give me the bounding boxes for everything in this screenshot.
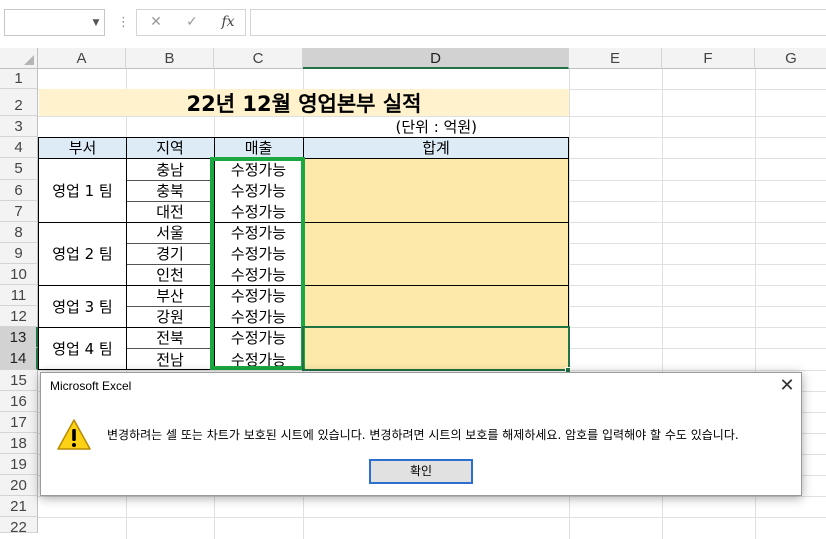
row-header-4[interactable]: 4 — [0, 137, 38, 158]
row-header-17[interactable]: 17 — [0, 412, 38, 433]
row-header-13[interactable]: 13 — [0, 327, 38, 348]
region-cell[interactable]: 인천 — [126, 264, 214, 285]
protected-sheet-dialog: Microsoft Excel ✕ 변경하려는 셀 또는 차트가 보호된 시트에… — [40, 372, 802, 496]
region-cell[interactable]: 전남 — [126, 348, 214, 370]
row-header-19[interactable]: 19 — [0, 454, 38, 475]
row-header-2[interactable]: 2 — [0, 89, 38, 116]
copy-range-border — [210, 366, 305, 370]
select-all-triangle-icon — [24, 55, 34, 65]
team-cell-4[interactable]: 영업 4 팀 — [39, 327, 126, 370]
row-header-15[interactable]: 15 — [0, 370, 38, 391]
table-border — [126, 137, 127, 370]
column-header-e[interactable]: E — [569, 48, 662, 69]
active-selection[interactable] — [302, 326, 570, 371]
region-cell[interactable]: 서울 — [126, 222, 214, 243]
row-header-8[interactable]: 8 — [0, 222, 38, 243]
region-cell[interactable]: 대전 — [126, 201, 214, 222]
total-cell-1[interactable] — [303, 158, 569, 222]
sales-cell[interactable]: 수정가능 — [214, 158, 303, 180]
table-border — [126, 348, 214, 349]
ok-button[interactable]: 확인 — [369, 459, 473, 484]
table-border — [126, 201, 214, 202]
column-header-a[interactable]: A — [38, 48, 126, 69]
column-header-d[interactable]: D — [303, 48, 569, 69]
sales-cell[interactable]: 수정가능 — [214, 306, 303, 327]
row-header-14[interactable]: 14 — [0, 348, 38, 370]
table-border — [214, 137, 215, 370]
sales-cell[interactable]: 수정가능 — [214, 222, 303, 243]
region-cell[interactable]: 충남 — [126, 158, 214, 180]
region-cell[interactable]: 충북 — [126, 180, 214, 201]
sales-cell[interactable]: 수정가능 — [214, 180, 303, 201]
unit-label[interactable]: (단위 : 억원) — [303, 116, 569, 137]
table-border — [126, 306, 214, 307]
header-total[interactable]: 합계 — [303, 137, 569, 158]
formula-bar-buttons: ✕ ✓ fx — [136, 9, 246, 36]
header-dept[interactable]: 부서 — [39, 137, 126, 158]
sales-cell[interactable]: 수정가능 — [214, 243, 303, 264]
sheet-title[interactable]: 22년 12월 영업본부 실적 — [39, 89, 569, 116]
row-header-18[interactable]: 18 — [0, 433, 38, 454]
region-cell[interactable]: 강원 — [126, 306, 214, 327]
column-header-c[interactable]: C — [214, 48, 303, 69]
gridline — [38, 517, 826, 518]
row-header-7[interactable]: 7 — [0, 201, 38, 222]
total-cell-3[interactable] — [303, 285, 569, 327]
row-header-3[interactable]: 3 — [0, 116, 38, 137]
row-header-1[interactable]: 1 — [0, 69, 38, 89]
gridline — [38, 496, 826, 497]
column-header-b[interactable]: B — [126, 48, 214, 69]
table-border — [126, 264, 214, 265]
sales-cell[interactable]: 수정가능 — [214, 264, 303, 285]
row-header-11[interactable]: 11 — [0, 285, 38, 306]
row-header-20[interactable]: 20 — [0, 475, 38, 496]
row-header-5[interactable]: 5 — [0, 158, 38, 180]
cancel-icon[interactable]: ✕ — [141, 10, 171, 35]
row-header-22[interactable]: 22 — [0, 517, 38, 536]
row-header-10[interactable]: 10 — [0, 264, 38, 285]
row-header-21[interactable]: 21 — [0, 496, 38, 517]
header-sales[interactable]: 매출 — [214, 137, 303, 158]
total-cell-2[interactable] — [303, 222, 569, 285]
row-header-6[interactable]: 6 — [0, 180, 38, 201]
column-header-f[interactable]: F — [662, 48, 755, 69]
header-region[interactable]: 지역 — [126, 137, 214, 158]
region-cell[interactable]: 경기 — [126, 243, 214, 264]
warning-icon — [57, 419, 91, 451]
close-icon[interactable]: ✕ — [776, 375, 798, 397]
row-header-9[interactable]: 9 — [0, 243, 38, 264]
copy-range-border — [210, 157, 305, 161]
row-header-16[interactable]: 16 — [0, 391, 38, 412]
dialog-title: Microsoft Excel — [50, 379, 132, 393]
insert-function-icon[interactable]: fx — [213, 10, 243, 35]
team-cell-3[interactable]: 영업 3 팀 — [39, 285, 126, 327]
copy-range-border — [210, 157, 214, 370]
column-header-g[interactable]: G — [755, 48, 826, 69]
more-options-icon[interactable]: ⋮ — [117, 13, 130, 33]
formula-input[interactable] — [250, 9, 826, 36]
sales-cell[interactable]: 수정가능 — [214, 327, 303, 348]
table-border — [38, 137, 39, 370]
enter-icon[interactable]: ✓ — [177, 10, 207, 35]
team-cell-2[interactable]: 영업 2 팀 — [39, 222, 126, 285]
team-cell-1[interactable]: 영업 1 팀 — [39, 158, 126, 222]
row-header-12[interactable]: 12 — [0, 306, 38, 327]
dialog-message: 변경하려는 셀 또는 차트가 보호된 시트에 있습니다. 변경하려면 시트의 보… — [107, 428, 739, 442]
chevron-down-icon[interactable]: ▼ — [88, 9, 104, 36]
sales-cell[interactable]: 수정가능 — [214, 201, 303, 222]
table-border — [126, 243, 214, 244]
sales-cell[interactable]: 수정가능 — [214, 285, 303, 306]
region-cell[interactable]: 부산 — [126, 285, 214, 306]
region-cell[interactable]: 전북 — [126, 327, 214, 348]
table-border — [126, 180, 214, 181]
